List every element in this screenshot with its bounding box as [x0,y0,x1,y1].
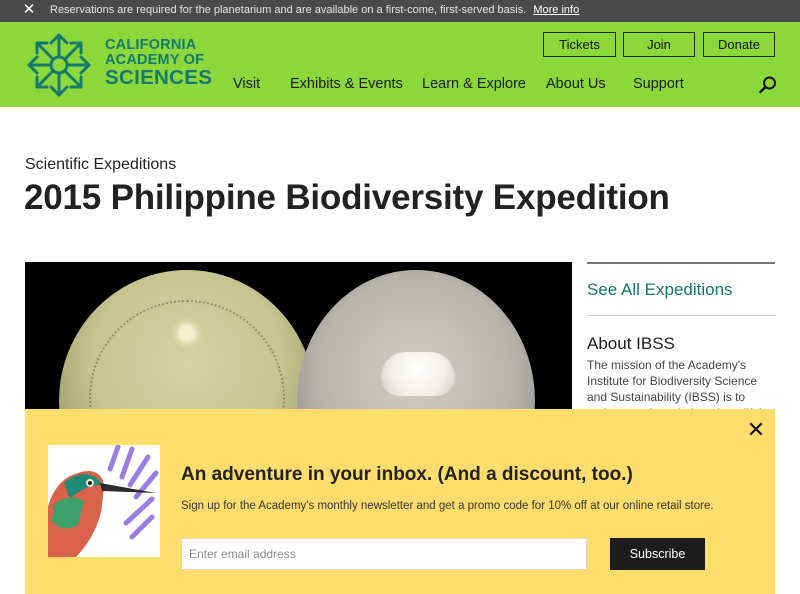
alert-message: Reservations are required for the planet… [50,4,527,16]
donate-button[interactable]: Donate [703,32,775,57]
sea-urchin-right [297,270,535,422]
tickets-button[interactable]: Tickets [543,32,616,57]
search-icon[interactable] [758,75,778,95]
page-title: 2015 Philippine Biodiversity Expedition [24,178,670,217]
urchin-pattern [89,300,285,422]
sidebar-divider [587,315,775,316]
alert-more-info-link[interactable]: More info [533,4,579,16]
nav-item-exhibits-events[interactable]: Exhibits & Events [290,76,403,92]
see-all-expeditions-link[interactable]: See All Expeditions [587,280,733,300]
email-field[interactable] [181,538,587,570]
newsletter-headline: An adventure in your inbox. (And a disco… [181,464,633,485]
nav-item-learn-explore[interactable]: Learn & Explore [422,76,526,92]
join-button[interactable]: Join [623,32,695,57]
newsletter-subtext: Sign up for the Academy's monthly newsle… [181,500,714,512]
nav-item-support[interactable]: Support [633,76,684,92]
alert-bar: ✕ Reservations are required for the plan… [0,0,800,22]
about-ibss-heading: About IBSS [587,334,675,353]
sidebar-divider [587,262,775,264]
logo-line-2: ACADEMY OF [105,51,205,68]
newsletter-modal: ✕ An adventure in your inbox. (And a dis… [25,409,775,594]
bird-illustration [48,445,160,557]
subscribe-button[interactable]: Subscribe [610,538,705,570]
urchin-center [179,325,195,341]
urchin-highlight [381,352,455,396]
alert-close-icon[interactable]: ✕ [20,1,38,19]
site-header: CALIFORNIA ACADEMY OF SCIENCES Tickets J… [0,22,800,107]
nav-item-visit[interactable]: Visit [233,76,260,92]
page-kicker: Scientific Expeditions [25,156,177,173]
hero-image [25,262,572,422]
close-icon[interactable]: ✕ [745,419,767,441]
nav-item-about-us[interactable]: About Us [546,76,606,92]
main-nav: Visit Exhibits & Events Learn & Explore … [0,74,800,96]
alert-message-wrap: Reservations are required for the planet… [50,4,579,16]
sea-urchin-left [59,270,315,422]
logo-line-1: CALIFORNIA [105,37,197,53]
